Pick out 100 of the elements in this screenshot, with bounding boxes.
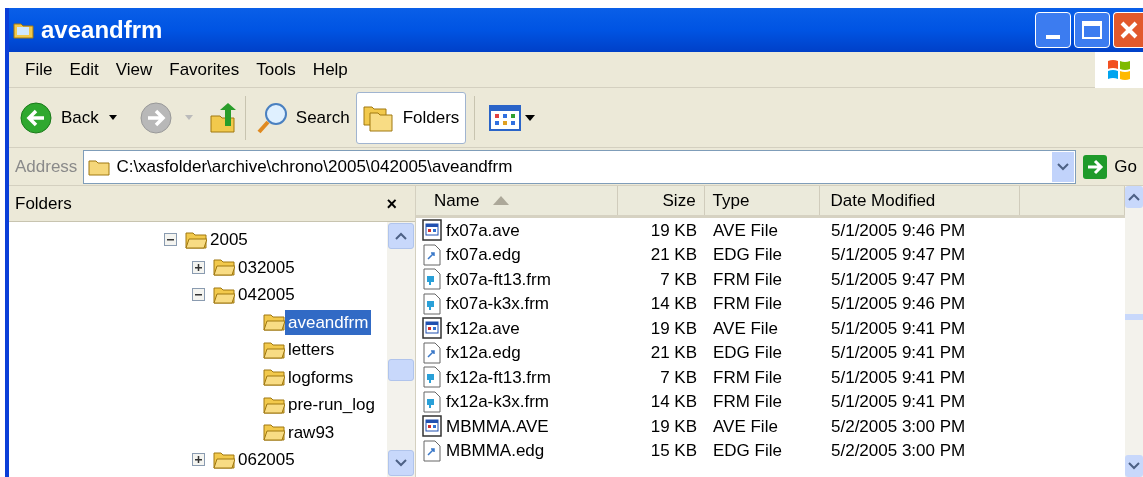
folder-icon xyxy=(263,395,285,414)
tree-item[interactable]: aveandfrm xyxy=(285,309,372,335)
file-icon xyxy=(422,219,442,242)
folder-icon xyxy=(88,157,111,176)
folder-icon xyxy=(263,340,285,359)
table-cell-text: FRM File xyxy=(712,268,783,291)
window-title: aveandfrm xyxy=(41,15,163,45)
table-cell-text: 5/1/2005 9:47 PM xyxy=(830,244,967,266)
table-cell-text: 14 KB xyxy=(649,391,698,413)
column-header[interactable]: Date Modified xyxy=(820,186,1021,215)
menu-item[interactable]: Edit xyxy=(61,54,107,85)
folder-icon xyxy=(263,368,285,387)
file-name[interactable]: MBMMA.AVE xyxy=(446,413,549,439)
maximize-icon xyxy=(1082,21,1102,39)
views-grid-icon xyxy=(489,104,522,131)
minimize-icon xyxy=(1046,35,1060,39)
menu-item[interactable]: Favorites xyxy=(161,54,248,85)
plus-icon xyxy=(195,263,202,271)
dropdown-arrow-icon[interactable] xyxy=(108,115,117,120)
search-button[interactable]: Search xyxy=(253,95,352,140)
minimize-button[interactable] xyxy=(1035,12,1071,48)
file-name[interactable]: fx12a-k3x.frm xyxy=(446,389,549,415)
folders-icon xyxy=(362,103,395,132)
table-cell-text: 5/2/2005 3:00 PM xyxy=(830,415,967,438)
table-cell-text: 5/1/2005 9:41 PM xyxy=(830,391,967,413)
folders-button[interactable]: Folders xyxy=(355,91,467,144)
menu-item[interactable]: Help xyxy=(304,54,356,85)
file-name[interactable]: fx07a.edg xyxy=(446,242,521,268)
address-field[interactable]: C:\xasfolder\archive\chrono\2005\042005\aveandfrm xyxy=(83,149,1077,184)
file-icon xyxy=(422,292,442,315)
file-icon xyxy=(422,390,442,413)
tree-item[interactable]: raw93 xyxy=(285,419,338,445)
table-cell-text: AVE File xyxy=(712,219,779,242)
collapse-toggle[interactable] xyxy=(164,233,177,247)
file-icon xyxy=(422,366,442,389)
chevron-down-icon xyxy=(1057,162,1070,171)
scroll-thumb[interactable] xyxy=(388,359,414,381)
go-button[interactable]: Go xyxy=(1076,149,1143,184)
menu-item[interactable]: View xyxy=(107,54,161,85)
tree-item[interactable]: logforms xyxy=(285,364,357,390)
file-icon xyxy=(422,341,442,364)
table-cell-text: AVE File xyxy=(712,317,779,340)
file-icon xyxy=(422,268,442,291)
file-name[interactable]: fx07a-k3x.frm xyxy=(446,291,549,317)
table-cell-text: 21 KB xyxy=(649,342,698,364)
chevron-down-icon xyxy=(395,459,407,467)
folder-icon xyxy=(263,313,285,332)
table-cell-text: 7 KB xyxy=(659,268,698,291)
folder-icon xyxy=(263,423,285,442)
pane-title: Folders xyxy=(15,192,72,215)
table-cell-text: 19 KB xyxy=(649,219,698,242)
tree-item[interactable]: 2005 xyxy=(207,227,251,253)
minus-icon xyxy=(195,291,202,299)
tree-item[interactable]: letters xyxy=(285,337,338,363)
tree-item[interactable]: 042005 xyxy=(235,282,298,308)
address-label: Address xyxy=(15,155,78,178)
collapse-toggle[interactable] xyxy=(192,288,205,302)
scrollbar[interactable] xyxy=(1125,186,1143,477)
table-cell-text: 5/1/2005 9:41 PM xyxy=(830,342,967,364)
column-header[interactable]: Size xyxy=(617,186,705,215)
scroll-thumb[interactable] xyxy=(1125,314,1143,320)
tree-item[interactable]: 032005 xyxy=(235,254,298,280)
expand-toggle[interactable] xyxy=(192,453,205,467)
file-name[interactable]: fx12a.ave xyxy=(446,315,520,341)
dropdown-button[interactable] xyxy=(1052,151,1075,182)
file-icon xyxy=(422,243,442,266)
file-name[interactable]: MBMMA.edg xyxy=(446,438,545,464)
chevron-down-icon xyxy=(1128,462,1140,470)
table-cell-text: 5/1/2005 9:47 PM xyxy=(830,268,967,291)
table-cell-text: 19 KB xyxy=(649,317,698,340)
table-cell-text: 5/1/2005 9:46 PM xyxy=(830,293,967,315)
close-button[interactable] xyxy=(1113,12,1143,48)
tree-item[interactable]: 062005 xyxy=(235,447,298,473)
file-icon xyxy=(422,415,442,438)
expand-toggle[interactable] xyxy=(192,260,205,274)
maximize-button[interactable] xyxy=(1074,12,1110,48)
folder-up-arrow-icon xyxy=(208,101,237,134)
file-name[interactable]: fx07a-ft13.frm xyxy=(446,266,551,292)
table-cell-text: 14 KB xyxy=(649,293,698,315)
file-name[interactable]: fx12a.edg xyxy=(446,340,521,366)
table-cell-text: 7 KB xyxy=(659,366,698,389)
column-header[interactable]: Name xyxy=(416,186,618,215)
file-icon xyxy=(422,439,442,462)
close-button[interactable]: × xyxy=(386,194,397,213)
column-header[interactable]: Type xyxy=(704,186,821,215)
table-cell-text: FRM File xyxy=(712,366,783,389)
file-name[interactable]: fx07a.ave xyxy=(446,218,520,243)
back-button[interactable]: Back xyxy=(17,95,101,140)
menu-item[interactable]: File xyxy=(17,54,61,85)
menu-item[interactable]: Tools xyxy=(248,54,304,85)
table-cell-text: 5/2/2005 3:00 PM xyxy=(830,440,967,462)
scrollbar[interactable] xyxy=(387,222,415,477)
minus-icon xyxy=(167,236,174,244)
plus-icon xyxy=(195,456,202,464)
search-icon xyxy=(255,100,290,135)
file-name[interactable]: fx12a-ft13.frm xyxy=(446,364,551,390)
table-cell-text: 5/1/2005 9:41 PM xyxy=(830,366,967,389)
tree-item[interactable]: pre-run_log xyxy=(285,392,378,418)
table-cell-text: EDG File xyxy=(712,440,783,462)
folder-icon xyxy=(213,450,235,469)
